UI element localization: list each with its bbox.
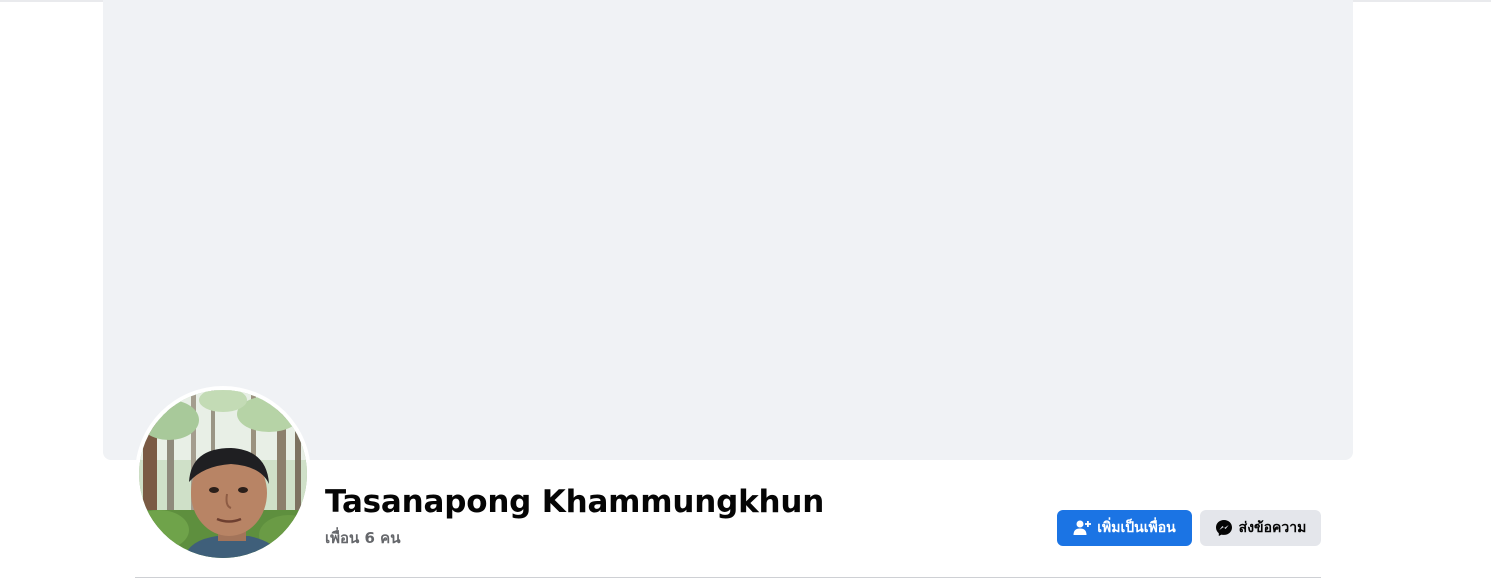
profile-divider <box>135 577 1321 578</box>
profile-picture[interactable] <box>139 390 307 558</box>
cover-photo[interactable] <box>103 0 1353 460</box>
add-friend-button[interactable]: เพิ่มเป็นเพื่อน <box>1057 510 1192 546</box>
profile-name: Tasanapong Khammungkhun <box>325 484 825 520</box>
add-friend-icon <box>1073 519 1092 537</box>
messenger-icon <box>1215 519 1233 537</box>
profile-photo-image <box>139 390 307 558</box>
profile-picture-frame[interactable] <box>135 386 311 562</box>
send-message-button[interactable]: ส่งข้อความ <box>1200 510 1321 546</box>
send-message-label: ส่งข้อความ <box>1238 520 1307 536</box>
friends-count[interactable]: เพื่อน 6 คน <box>325 526 400 550</box>
add-friend-label: เพิ่มเป็นเพื่อน <box>1097 520 1176 536</box>
